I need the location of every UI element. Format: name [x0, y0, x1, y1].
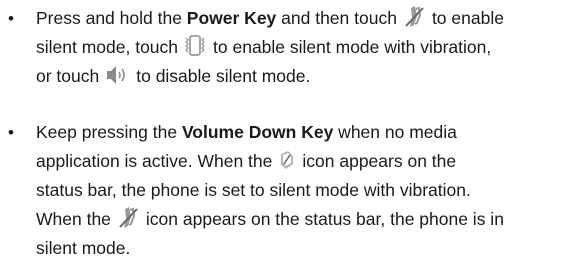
- text-line: When the icon appears on the status bar,…: [36, 205, 582, 234]
- vibrate-status-icon: [278, 150, 296, 170]
- list-item-text: Press and hold the Power Key and then to…: [36, 4, 582, 91]
- text-line: status bar, the phone is set to silent m…: [36, 180, 471, 200]
- silent-mode-icon: [117, 206, 139, 230]
- vibrate-mode-icon: [184, 33, 206, 59]
- document-page: • Press and hold the Power Key and then …: [0, 0, 582, 263]
- text-line: or touch to disable silent mode.: [36, 64, 311, 86]
- text-line: Press and hold the Power Key and then to…: [36, 4, 582, 33]
- silent-mode-icon: [403, 5, 425, 29]
- sound-on-icon: [105, 64, 129, 86]
- text-line: silent mode.: [36, 238, 131, 258]
- bullet: •: [8, 123, 14, 142]
- text-line: application is active. When the icon app…: [36, 150, 457, 171]
- power-key-label: Power Key: [186, 8, 277, 28]
- list-item-text: Keep pressing the Volume Down Key when n…: [36, 118, 582, 263]
- bullet: •: [8, 9, 14, 28]
- volume-down-key-label: Volume Down Key: [181, 122, 334, 142]
- text-line: Keep pressing the Volume Down Key when n…: [36, 122, 457, 142]
- text-line: silent mode, touch to enable silent mode…: [36, 33, 582, 62]
